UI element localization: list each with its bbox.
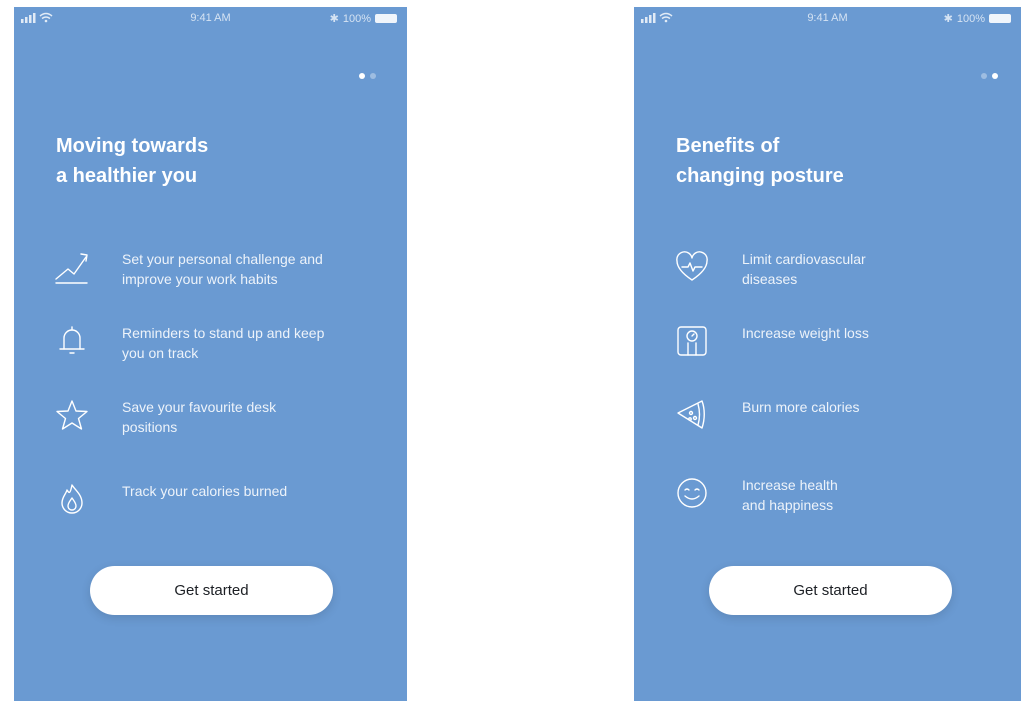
page-dot-2[interactable] xyxy=(370,73,376,79)
weight-scale-icon xyxy=(674,323,710,359)
battery-indicator: ✱ 100% xyxy=(944,12,1011,25)
feature-item-happiness: Increase health and happiness xyxy=(674,475,1014,525)
page-indicator xyxy=(981,73,998,79)
feature-item-cardiovascular: Limit cardiovascular diseases xyxy=(674,249,1014,299)
get-started-button[interactable]: Get started xyxy=(90,566,333,615)
feature-text: Reminders to stand up and keep you on tr… xyxy=(122,325,325,361)
feature-text: Limit cardiovascular diseases xyxy=(742,251,866,287)
feature-text: Save your favourite desk positions xyxy=(122,399,277,435)
bluetooth-icon: ✱ xyxy=(329,13,339,25)
feature-item-calories: Track your calories burned xyxy=(54,481,394,531)
feature-text: Increase health and happiness xyxy=(742,477,838,513)
get-started-button[interactable]: Get started xyxy=(709,566,952,615)
battery-icon xyxy=(989,14,1011,23)
page-title: Moving towards a healthier you xyxy=(56,135,209,187)
feature-text: Increase weight loss xyxy=(742,325,869,341)
feature-text: Burn more calories xyxy=(742,399,860,415)
feature-item-weight-loss: Increase weight loss xyxy=(674,323,1014,373)
onboarding-screen-2: 9:41 AM ✱ 100% Benefits of changing post… xyxy=(634,7,1021,701)
feature-item-favourites: Save your favourite desk positions xyxy=(54,397,394,447)
flame-icon xyxy=(54,481,90,517)
battery-indicator: ✱ 100% xyxy=(330,12,397,25)
page-dot-1[interactable] xyxy=(981,73,987,79)
bell-icon xyxy=(54,323,90,359)
pizza-slice-icon xyxy=(674,397,710,433)
star-icon xyxy=(54,397,90,433)
page-indicator xyxy=(359,73,376,79)
feature-text: Set your personal challenge and improve … xyxy=(122,251,323,287)
bluetooth-icon: ✱ xyxy=(943,13,953,25)
status-bar: 9:41 AM ✱ 100% xyxy=(634,7,1021,29)
battery-percent: 100% xyxy=(342,12,371,25)
feature-text: Track your calories burned xyxy=(122,483,288,499)
page-dot-1[interactable] xyxy=(359,73,365,79)
page-title: Benefits of changing posture xyxy=(676,135,844,187)
feature-item-challenge: Set your personal challenge and improve … xyxy=(54,249,394,299)
feature-item-reminders: Reminders to stand up and keep you on tr… xyxy=(54,323,394,373)
chart-trend-icon xyxy=(54,249,90,285)
battery-icon xyxy=(375,14,397,23)
heart-pulse-icon xyxy=(674,249,710,285)
page-dot-2[interactable] xyxy=(992,73,998,79)
onboarding-screen-1: 9:41 AM ✱ 100% Moving towards a healthie… xyxy=(14,7,407,701)
status-bar: 9:41 AM ✱ 100% xyxy=(14,7,407,29)
feature-item-calories: Burn more calories xyxy=(674,397,1014,447)
battery-percent: 100% xyxy=(956,12,985,25)
smiley-icon xyxy=(674,475,710,511)
